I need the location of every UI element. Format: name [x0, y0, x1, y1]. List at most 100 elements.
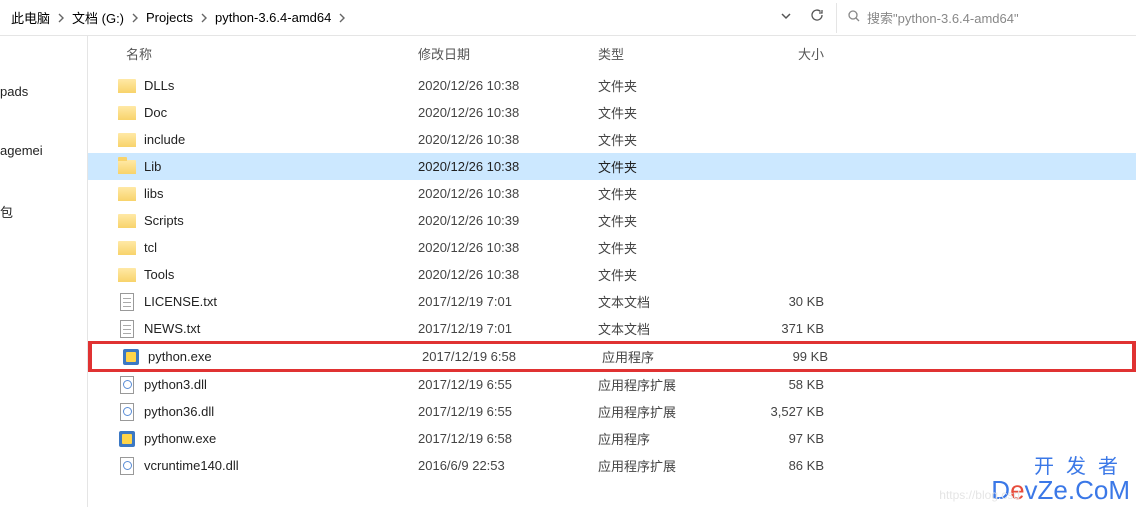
file-name: python36.dll [144, 404, 214, 419]
file-size: 371 KB [738, 321, 848, 336]
sidebar[interactable]: pads agemei 包 [0, 36, 88, 507]
file-row[interactable]: Doc 2020/12/26 10:38文件夹 [88, 99, 1136, 126]
file-date: 2017/12/19 6:58 [418, 431, 598, 446]
folder-icon [118, 131, 136, 149]
folder-icon [118, 77, 136, 95]
watermark-url: https://blog.csd [939, 489, 1020, 501]
breadcrumb-item[interactable]: 此电脑 [8, 8, 53, 27]
file-name: DLLs [144, 78, 174, 93]
file-size: 86 KB [738, 458, 848, 473]
file-name: libs [144, 186, 164, 201]
file-date: 2020/12/26 10:38 [418, 105, 598, 120]
file-type: 应用程序扩展 [598, 456, 738, 475]
text-file-icon [118, 293, 136, 311]
file-type: 文本文档 [598, 292, 738, 311]
file-size: 30 KB [738, 294, 848, 309]
col-header-name[interactable]: 名称 [98, 44, 418, 63]
file-row[interactable]: python.exe2017/12/19 6:58应用程序99 KB [88, 341, 1136, 372]
chevron-right-icon[interactable] [127, 12, 143, 24]
exe-file-icon [122, 348, 140, 366]
col-header-type[interactable]: 类型 [598, 44, 738, 63]
sidebar-item[interactable]: pads [0, 76, 87, 107]
file-name: Tools [144, 267, 174, 282]
file-type: 应用程序 [602, 347, 742, 366]
sidebar-item[interactable]: agemei [0, 135, 87, 166]
folder-icon [118, 185, 136, 203]
file-row[interactable]: vcruntime140.dll 2016/6/9 22:53应用程序扩展86 K… [88, 452, 1136, 479]
dll-file-icon [118, 403, 136, 421]
folder-icon [118, 212, 136, 230]
file-list-pane: 名称 修改日期 类型 大小 DLLs2020/12/26 10:38文件夹Doc… [88, 36, 1136, 507]
file-row[interactable]: libs2020/12/26 10:38文件夹 [88, 180, 1136, 207]
search-input[interactable]: 搜索"python-3.6.4-amd64" [836, 3, 1136, 33]
file-name: include [144, 132, 185, 147]
watermark-cn: 开发者 [991, 457, 1130, 477]
file-date: 2017/12/19 6:55 [418, 377, 598, 392]
breadcrumb-item[interactable]: Projects [143, 10, 196, 25]
folder-icon [118, 104, 136, 122]
file-size: 3,527 KB [738, 404, 848, 419]
file-row[interactable]: Scripts 2020/12/26 10:39文件夹 [88, 207, 1136, 234]
file-date: 2017/12/19 6:58 [422, 349, 602, 364]
file-size: 99 KB [742, 349, 852, 364]
file-type: 应用程序 [598, 429, 738, 448]
breadcrumb-item[interactable]: 文档 (G:) [69, 8, 127, 27]
file-date: 2016/6/9 22:53 [418, 458, 598, 473]
file-date: 2020/12/26 10:38 [418, 186, 598, 201]
file-type: 文件夹 [598, 130, 738, 149]
file-row[interactable]: Lib 2020/12/26 10:38文件夹 [88, 153, 1136, 180]
file-type: 文本文档 [598, 319, 738, 338]
file-type: 文件夹 [598, 76, 738, 95]
refresh-icon[interactable] [810, 8, 824, 27]
file-type: 文件夹 [598, 157, 738, 176]
file-date: 2020/12/26 10:38 [418, 132, 598, 147]
chevron-right-icon[interactable] [334, 12, 350, 24]
folder-open-icon [118, 158, 136, 176]
file-name: Doc [144, 105, 167, 120]
file-size: 97 KB [738, 431, 848, 446]
file-row[interactable]: NEWS.txt 2017/12/19 7:01文本文档371 KB [88, 315, 1136, 342]
col-header-size[interactable]: 大小 [738, 44, 848, 63]
col-header-date[interactable]: 修改日期 [418, 44, 598, 63]
file-size: 58 KB [738, 377, 848, 392]
breadcrumb-item[interactable]: python-3.6.4-amd64 [212, 10, 334, 25]
chevron-down-icon[interactable] [780, 9, 792, 27]
file-row[interactable]: Tools2020/12/26 10:38文件夹 [88, 261, 1136, 288]
search-placeholder: 搜索"python-3.6.4-amd64" [867, 8, 1019, 27]
file-date: 2020/12/26 10:38 [418, 267, 598, 282]
file-name: NEWS.txt [144, 321, 200, 336]
file-type: 文件夹 [598, 103, 738, 122]
search-icon [847, 9, 861, 26]
file-name: tcl [144, 240, 157, 255]
file-type: 文件夹 [598, 211, 738, 230]
file-row[interactable]: DLLs2020/12/26 10:38文件夹 [88, 72, 1136, 99]
text-file-icon [118, 320, 136, 338]
file-name: python3.dll [144, 377, 207, 392]
dll-file-icon [118, 457, 136, 475]
file-row[interactable]: tcl2020/12/26 10:38文件夹 [88, 234, 1136, 261]
address-bar: 此电脑文档 (G:) Projects python-3.6.4-amd64 搜索"… [0, 0, 1136, 36]
file-name: vcruntime140.dll [144, 458, 239, 473]
dll-file-icon [118, 376, 136, 394]
file-date: 2020/12/26 10:38 [418, 240, 598, 255]
chevron-right-icon[interactable] [53, 12, 69, 24]
file-date: 2020/12/26 10:38 [418, 159, 598, 174]
file-row[interactable]: python36.dll2017/12/19 6:55应用程序扩展3,527 K… [88, 398, 1136, 425]
watermark: https://blog.csd 开发者 DevZe.CoM [991, 457, 1130, 503]
file-date: 2017/12/19 7:01 [418, 321, 598, 336]
file-name: Scripts [144, 213, 184, 228]
breadcrumb[interactable]: 此电脑文档 (G:) Projects python-3.6.4-amd64 [0, 8, 768, 27]
file-date: 2020/12/26 10:39 [418, 213, 598, 228]
file-name: LICENSE.txt [144, 294, 217, 309]
file-row[interactable]: include 2020/12/26 10:38文件夹 [88, 126, 1136, 153]
file-row[interactable]: pythonw.exe2017/12/19 6:58应用程序97 KB [88, 425, 1136, 452]
column-headers[interactable]: 名称 修改日期 类型 大小 [88, 36, 1136, 72]
file-name: Lib [144, 159, 161, 174]
exe-file-icon [118, 430, 136, 448]
chevron-right-icon[interactable] [196, 12, 212, 24]
sidebar-item[interactable]: 包 [0, 194, 87, 229]
file-row[interactable]: python3.dll 2017/12/19 6:55应用程序扩展58 KB [88, 371, 1136, 398]
file-type: 应用程序扩展 [598, 375, 738, 394]
file-row[interactable]: LICENSE.txt2017/12/19 7:01文本文档30 KB [88, 288, 1136, 315]
main-area: padsagemei包 名称 修改日期 类型 大小 DLLs2020/12/26… [0, 36, 1136, 507]
